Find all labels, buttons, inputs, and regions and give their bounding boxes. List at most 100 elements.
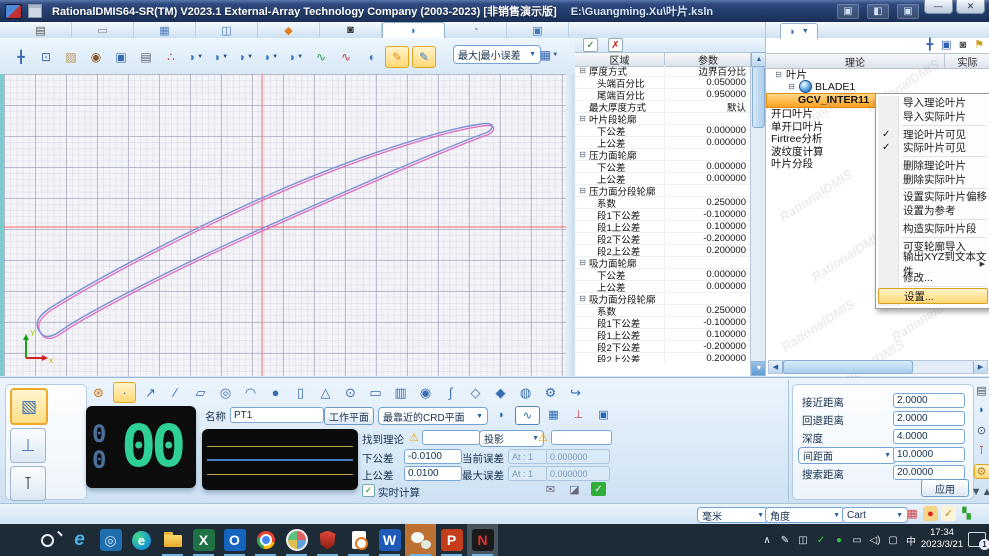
angle-select[interactable]: 角度 ▼ xyxy=(765,507,845,523)
tray-ime-icon[interactable]: 中 xyxy=(905,533,917,548)
tab-monitor[interactable]: ▣ xyxy=(507,22,569,38)
blade-curve-3-button[interactable]: ◗▼ xyxy=(235,47,257,67)
circle-feature-button[interactable]: ◎ xyxy=(215,383,236,402)
scroll-thumb[interactable] xyxy=(783,360,913,374)
chrome-icon[interactable] xyxy=(250,524,281,556)
pan-view-button[interactable]: ╋ xyxy=(10,47,32,67)
tree-item[interactable]: ⊟叶片 xyxy=(766,68,989,81)
graph-view-tab-button[interactable]: ∿ xyxy=(515,406,540,425)
table-view-tab-button[interactable]: ▦ xyxy=(542,406,565,423)
apply-button[interactable]: 应用 xyxy=(921,479,969,497)
scroll-thumb[interactable] xyxy=(752,66,765,128)
flag-tool-button[interactable]: ⚑ xyxy=(974,38,984,51)
column-header-actual[interactable]: 实际 xyxy=(945,54,989,68)
keyway-feature-button[interactable]: ◇ xyxy=(465,383,486,402)
curve-feature-button[interactable]: ∫ xyxy=(440,383,461,402)
coordinate-select[interactable]: Cart ▼ xyxy=(842,507,908,523)
camera-tool-button[interactable]: ◙ xyxy=(959,39,966,51)
menu-item[interactable]: 设置为参考 xyxy=(876,204,989,218)
hook-feature-button[interactable]: ↪ xyxy=(565,383,586,402)
security-icon[interactable] xyxy=(312,524,343,556)
menu-item[interactable]: ✓实际叶片可见 xyxy=(876,141,989,155)
menu-item[interactable]: 删除实际叶片 xyxy=(876,172,989,186)
tab-ink[interactable]: ◙ xyxy=(320,22,382,38)
blade-module-tab[interactable]: ◗ ▼ xyxy=(780,23,818,39)
error-mode-select[interactable]: 最大|最小误差 ▼ xyxy=(453,45,541,64)
point-feature-button[interactable]: ∙ xyxy=(113,382,136,403)
menu-item[interactable]: 导入理论叶片 xyxy=(876,96,989,110)
point-vector-feature-button[interactable]: ↗ xyxy=(140,383,161,402)
tray-network-icon[interactable]: ▢ xyxy=(887,535,899,546)
menu-item[interactable]: 修改... xyxy=(876,271,989,285)
polygon-feature-button[interactable]: ◆ xyxy=(490,383,511,402)
edit-theory-button[interactable]: ✎ xyxy=(385,46,409,68)
tab-layers[interactable]: ◫ xyxy=(196,22,258,38)
workplane-button[interactable]: 工作平面 xyxy=(324,407,374,425)
paint-icon[interactable] xyxy=(281,524,312,556)
report-result-button[interactable]: ✉ xyxy=(543,482,558,496)
close-button[interactable]: ✕ xyxy=(956,0,985,14)
print-side-button[interactable]: ▤ xyxy=(975,384,989,397)
confirm-result-button[interactable]: ✓ xyxy=(591,482,606,496)
ie-icon[interactable]: e xyxy=(64,524,95,556)
probe-head-button[interactable]: ⊺ xyxy=(10,466,46,501)
expander-icon[interactable]: ⊟ xyxy=(578,150,587,159)
wave-analysis-2-button[interactable]: ∿ xyxy=(335,47,357,67)
arc-feature-button[interactable]: ◠ xyxy=(240,383,261,402)
tray-usb-icon[interactable]: ◫ xyxy=(797,535,809,546)
graphics-viewport[interactable]: Y x xyxy=(0,74,570,376)
id-card-button[interactable]: ▤ xyxy=(135,47,157,67)
ellipse-feature-button[interactable]: ⊙ xyxy=(340,383,361,402)
tab-output[interactable]: ▤ xyxy=(10,22,72,38)
word-icon[interactable]: W xyxy=(374,524,405,556)
projection-select[interactable]: 投影 ▼ xyxy=(479,430,544,447)
units-select[interactable]: 毫米 ▼ xyxy=(697,507,769,523)
expander-icon[interactable]: ⊟ xyxy=(774,70,783,79)
parallel-planes-feature-button[interactable]: ▥ xyxy=(390,383,411,402)
clear-result-button[interactable]: ◪ xyxy=(567,482,582,496)
found-theory-input[interactable] xyxy=(422,430,480,445)
scroll-left-icon[interactable]: ◀ xyxy=(769,361,783,373)
tray-expand-icon[interactable]: ∧ xyxy=(761,535,773,546)
zoom-window-button[interactable]: ⊡ xyxy=(35,47,57,67)
axes-tool-button[interactable]: ╋ xyxy=(926,38,933,51)
status-axes-icon[interactable]: ▦ xyxy=(905,506,920,521)
remote-desktop-icon[interactable]: ▣ xyxy=(837,4,859,19)
menu-item[interactable]: 输出XYZ到文本文件▶ xyxy=(876,257,989,271)
sphere-feature-button[interactable]: ● xyxy=(265,383,286,402)
caliper-tool-button[interactable]: ⊥ xyxy=(10,428,46,463)
status-estop-icon[interactable]: ● xyxy=(923,506,938,521)
cylinder-feature-button[interactable]: ▯ xyxy=(290,383,311,402)
blade-curve-2-button[interactable]: ◗▼ xyxy=(210,47,232,67)
edit-actual-button[interactable]: ✎ xyxy=(412,46,436,68)
scroll-side-button[interactable]: ▼▲ xyxy=(975,486,989,499)
expander-icon[interactable]: ⊟ xyxy=(578,294,587,303)
outlook-icon[interactable]: O xyxy=(219,524,250,556)
surface-fit-button[interactable]: ◖ xyxy=(360,47,382,67)
start-button[interactable] xyxy=(2,524,33,556)
doc-search-icon[interactable] xyxy=(343,524,374,556)
slot-feature-button[interactable]: ▭ xyxy=(365,383,386,402)
probe-parameter-input[interactable] xyxy=(893,393,965,408)
settings-side-button[interactable]: ⚙ xyxy=(974,464,989,479)
expander-icon[interactable]: ⊟ xyxy=(578,258,587,267)
minimize-button[interactable]: — xyxy=(924,0,953,14)
menu-item[interactable]: 删除理论叶片 xyxy=(876,159,989,173)
expander-icon[interactable]: ⊟ xyxy=(578,114,587,123)
plane-select[interactable]: 最靠近的CRD平面 ▼ xyxy=(378,407,488,425)
menu-list-icon[interactable] xyxy=(28,4,42,18)
lower-tolerance-input[interactable] xyxy=(404,449,462,464)
blade-curve-4-button[interactable]: ◗▼ xyxy=(260,47,282,67)
tab-report[interactable]: ▭ xyxy=(72,22,134,38)
delete-icon[interactable]: ✗ xyxy=(608,38,623,52)
app-n-icon[interactable]: N xyxy=(467,524,498,556)
projection-input[interactable] xyxy=(551,430,612,445)
menu-item[interactable]: 导入实际叶片 xyxy=(876,110,989,124)
menu-item[interactable]: 设置实际叶片偏移 xyxy=(876,190,989,204)
parameter-scrollbar[interactable]: ▲ ▼ xyxy=(750,52,765,376)
display-switch-icon[interactable]: ◧ xyxy=(867,4,889,19)
expander-icon[interactable]: ⊟ xyxy=(578,186,587,195)
view-orient-button[interactable]: ◉ xyxy=(85,47,107,67)
menu-item[interactable]: 构造实际叶片段 xyxy=(876,222,989,236)
realtime-checkbox[interactable]: ✓ xyxy=(362,484,375,497)
